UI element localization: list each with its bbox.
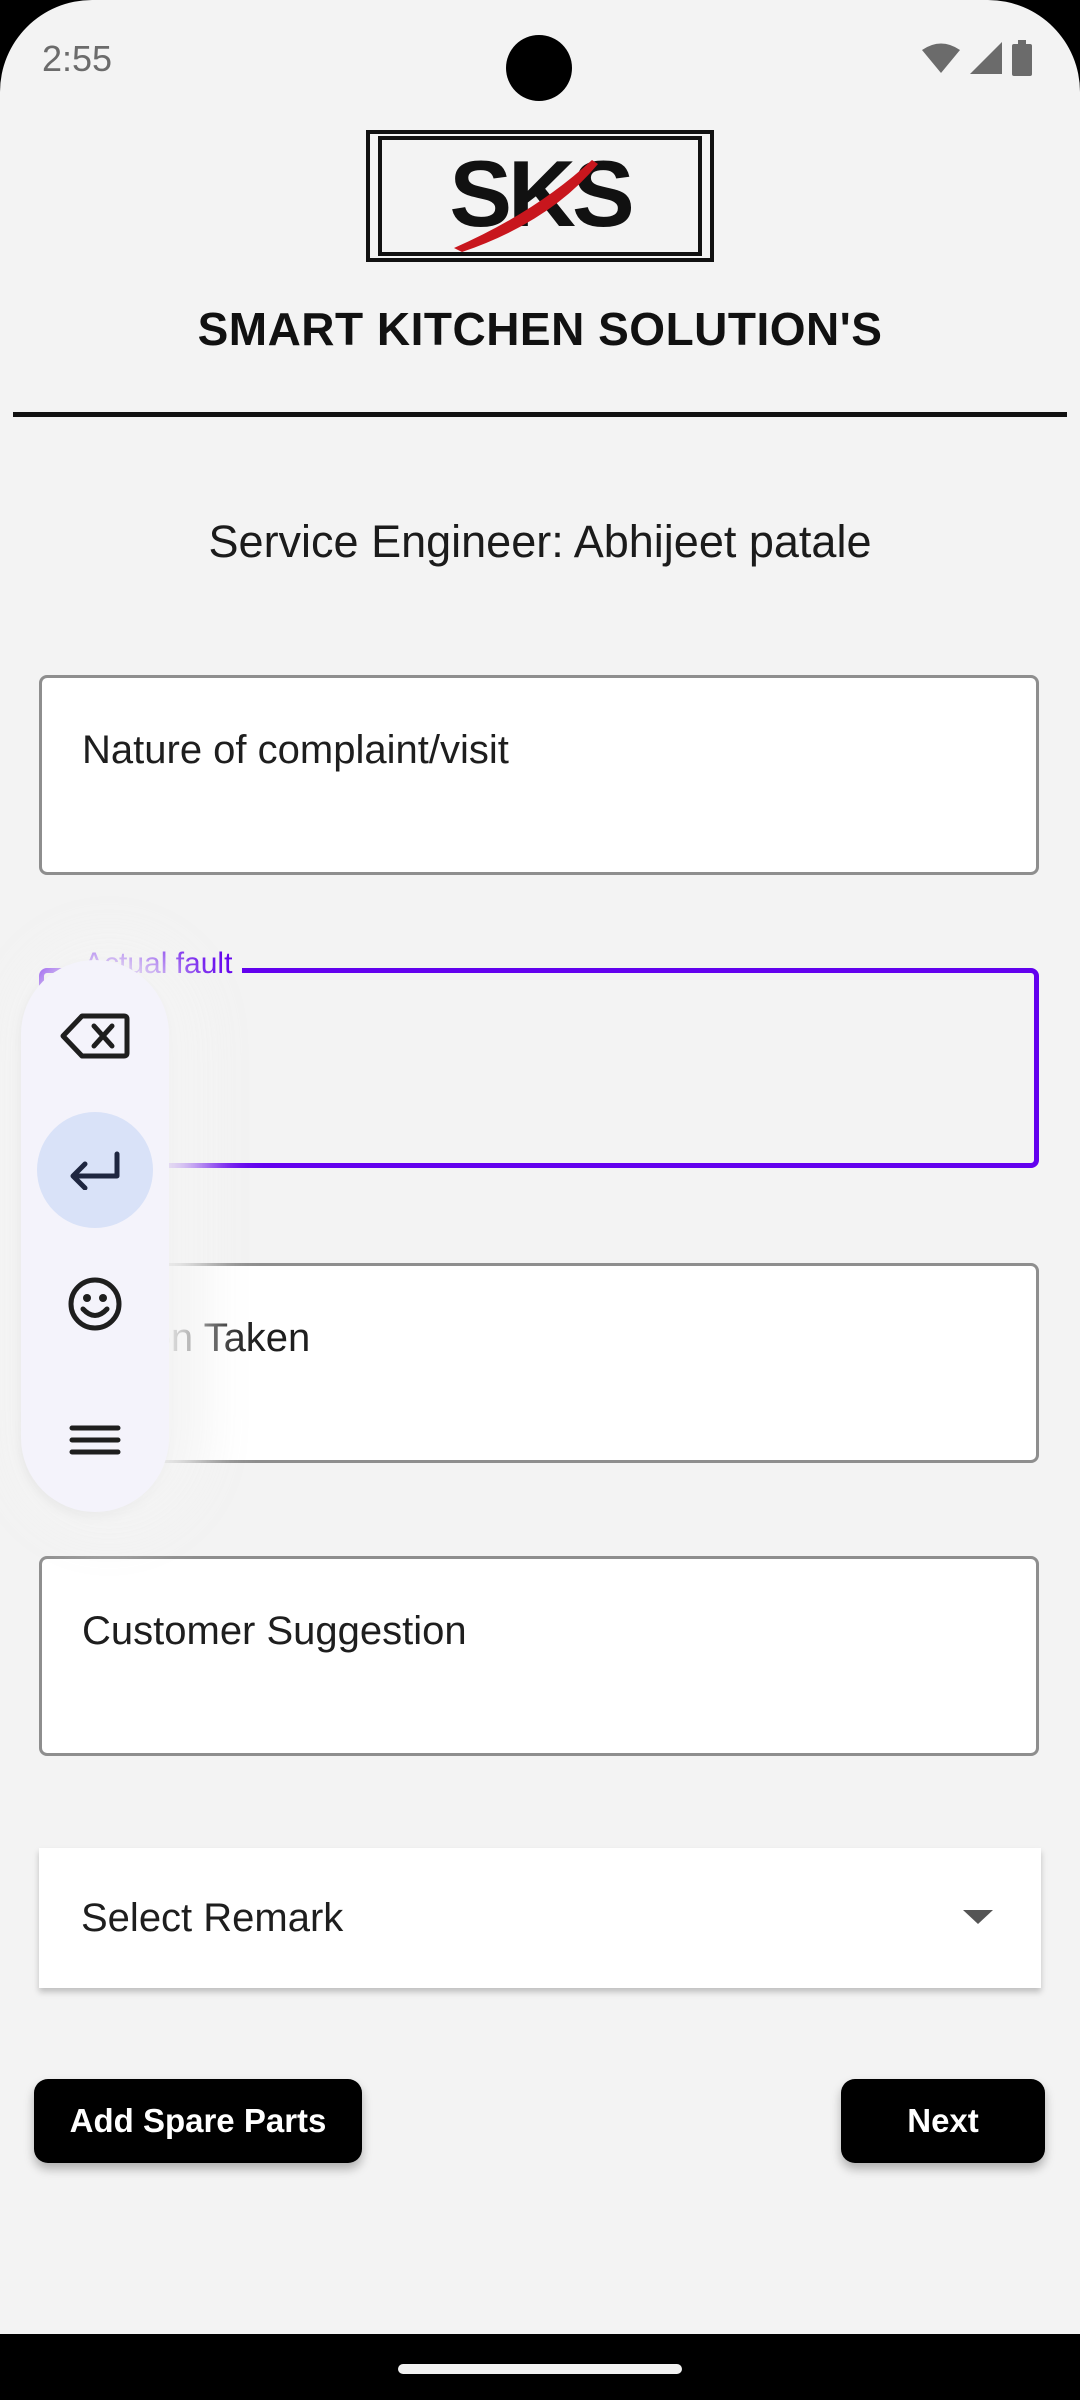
signal-icon bbox=[970, 42, 1002, 74]
status-icons bbox=[922, 40, 1032, 76]
battery-icon bbox=[1012, 40, 1032, 76]
enter-icon[interactable] bbox=[37, 1112, 153, 1228]
customer-suggestion-field[interactable]: Customer Suggestion bbox=[39, 1556, 1039, 1756]
add-spare-parts-button[interactable]: Add Spare Parts bbox=[34, 2079, 362, 2163]
app-screen: 2:55 SKS SMART KITCHEN SOLUTION'S Servic… bbox=[0, 0, 1080, 2334]
emoji-icon[interactable] bbox=[37, 1246, 153, 1362]
next-button[interactable]: Next bbox=[841, 2079, 1045, 2163]
nature-of-complaint-label: Nature of complaint/visit bbox=[82, 728, 509, 772]
actual-fault-field[interactable]: Actual fault bbox=[39, 947, 1039, 1168]
chevron-down-icon bbox=[963, 1910, 993, 1924]
wifi-icon bbox=[922, 43, 960, 73]
status-bar: 2:55 bbox=[0, 0, 1080, 120]
home-indicator[interactable] bbox=[398, 2364, 682, 2374]
customer-suggestion-label: Customer Suggestion bbox=[82, 1609, 467, 1653]
select-remark-label: Select Remark bbox=[81, 1896, 344, 1940]
header-divider bbox=[13, 412, 1067, 417]
floating-keyboard-toolbar bbox=[21, 960, 169, 1512]
select-remark-dropdown[interactable]: Select Remark bbox=[39, 1848, 1041, 1988]
backspace-icon[interactable] bbox=[37, 978, 153, 1094]
service-engineer-label: Service Engineer: Abhijeet patale bbox=[208, 516, 872, 567]
nature-of-complaint-field[interactable]: Nature of complaint/visit bbox=[39, 675, 1039, 875]
status-time: 2:55 bbox=[42, 38, 113, 79]
svg-text:SKS: SKS bbox=[449, 141, 632, 246]
company-logo: SKS bbox=[366, 130, 714, 262]
menu-icon[interactable] bbox=[37, 1382, 153, 1498]
action-taken-field[interactable]: Action Taken bbox=[39, 1263, 1039, 1463]
front-camera bbox=[506, 35, 572, 101]
company-name: SMART KITCHEN SOLUTION'S bbox=[197, 303, 883, 355]
